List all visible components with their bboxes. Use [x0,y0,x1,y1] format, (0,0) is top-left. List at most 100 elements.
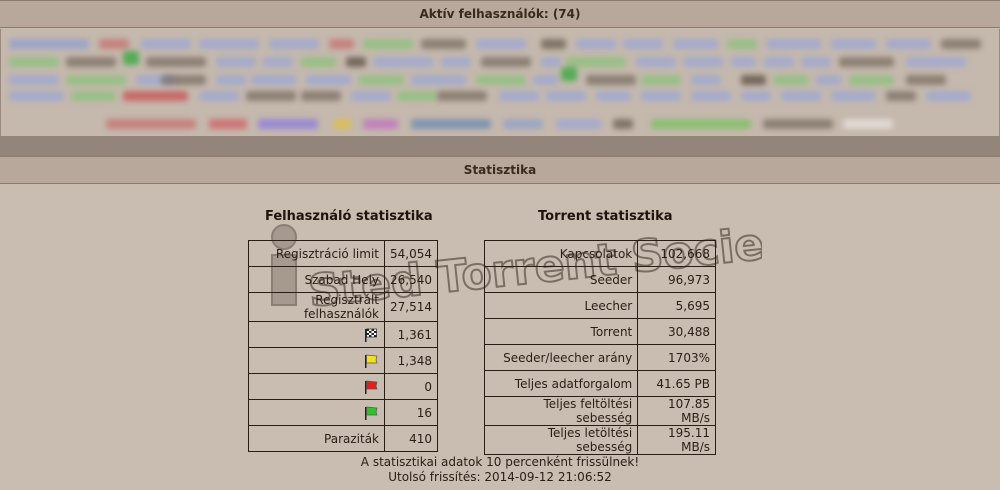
blurred-username[interactable] [831,91,876,101]
rank-legend-item [503,119,543,129]
blurred-username[interactable] [641,91,681,101]
blurred-username[interactable] [886,39,931,49]
rank-legend-item [411,119,491,129]
blurred-username[interactable] [596,91,631,101]
row-value: 1,348 [384,347,438,374]
row-label: Paraziták [248,425,385,452]
blurred-username[interactable] [411,75,466,85]
blurred-username[interactable] [71,91,116,101]
blurred-username[interactable] [373,57,433,67]
table-row: 0 [248,373,438,400]
row-label: Regisztráció limit [248,240,385,267]
blurred-username[interactable] [359,75,404,85]
blurred-username[interactable] [216,57,256,67]
blurred-username[interactable] [263,57,293,67]
blurred-username[interactable] [329,39,354,49]
row-value: 102,668 [637,240,716,267]
blurred-username[interactable] [441,57,471,67]
blurred-username[interactable] [363,39,413,49]
blurred-username[interactable] [839,57,894,67]
row-value: 5,695 [637,292,716,319]
blurred-username[interactable] [306,75,351,85]
blurred-username[interactable] [66,75,126,85]
blurred-username[interactable] [926,91,971,101]
blurred-username[interactable] [476,75,526,85]
table-row: Paraziták 410 [248,425,438,452]
blurred-username[interactable] [586,75,636,85]
row-value: 1,361 [384,321,438,348]
blurred-username[interactable] [9,75,59,85]
blurred-username[interactable] [683,57,723,67]
blurred-username[interactable] [216,75,246,85]
row-value: 27,514 [384,292,438,322]
blurred-username[interactable] [849,75,894,85]
row-value: 30,488 [637,318,716,345]
blurred-username[interactable] [741,91,771,101]
blurred-username[interactable] [346,57,366,67]
blurred-username[interactable] [199,91,239,101]
blurred-username[interactable] [941,39,981,49]
section-divider [0,136,1000,156]
blurred-username[interactable] [546,91,586,101]
blurred-username[interactable] [731,57,756,67]
blurred-username[interactable] [9,91,64,101]
blurred-username[interactable] [816,75,841,85]
blurred-username[interactable] [123,91,188,101]
blurred-username[interactable] [123,51,139,65]
blurred-username[interactable] [673,39,718,49]
blurred-username[interactable] [351,91,391,101]
blurred-username[interactable] [476,39,526,49]
blurred-username[interactable] [906,57,966,67]
blurred-username[interactable] [906,75,946,85]
blurred-username[interactable] [636,57,676,67]
row-label: Teljes letöltési sebesség [483,425,639,455]
row-label: Regisztrált felhasználók [248,292,385,322]
blurred-username[interactable] [727,39,757,49]
blurred-username[interactable] [691,75,721,85]
blurred-username[interactable] [741,75,766,85]
blurred-username[interactable] [421,39,466,49]
blurred-username[interactable] [269,39,319,49]
blurred-username[interactable] [561,67,577,81]
blurred-username[interactable] [9,39,89,49]
blurred-username[interactable] [99,39,129,49]
blurred-username[interactable] [641,75,681,85]
blurred-username[interactable] [764,57,794,67]
blurred-username[interactable] [541,39,566,49]
blurred-username[interactable] [397,91,437,101]
blurred-username[interactable] [251,75,296,85]
blurred-username[interactable] [146,57,206,67]
blurred-username[interactable] [141,39,191,49]
blurred-username[interactable] [781,91,821,101]
row-value: 0 [384,373,438,400]
blurred-username[interactable] [301,57,336,67]
blurred-username[interactable] [566,57,626,67]
blurred-username[interactable] [246,91,296,101]
blurred-username[interactable] [691,91,731,101]
blurred-username[interactable] [773,75,808,85]
row-label: Kapcsolatok [483,240,639,267]
blurred-username[interactable] [766,39,821,49]
blurred-username[interactable] [9,57,59,67]
row-label [248,321,385,348]
table-row: Teljes feltöltési sebesség 107.85 MB/s [483,396,716,426]
blurred-username[interactable] [481,57,531,67]
blurred-username[interactable] [541,57,561,67]
blurred-username[interactable] [831,39,876,49]
rank-legend-item [333,119,351,129]
blurred-username[interactable] [199,39,259,49]
blurred-username[interactable] [161,75,206,85]
blurred-username[interactable] [66,57,116,67]
blurred-username[interactable] [801,57,831,67]
table-row: Kapcsolatok 102,668 [483,240,716,267]
table-row: 16 [248,399,438,426]
blurred-username[interactable] [437,91,487,101]
blurred-username[interactable] [623,39,663,49]
row-label: Seeder/leecher arány [483,344,639,371]
blurred-username[interactable] [533,75,558,85]
row-value: 16 [384,399,438,426]
blurred-username[interactable] [301,91,341,101]
blurred-username[interactable] [576,39,616,49]
blurred-username[interactable] [499,91,539,101]
blurred-username[interactable] [886,91,916,101]
